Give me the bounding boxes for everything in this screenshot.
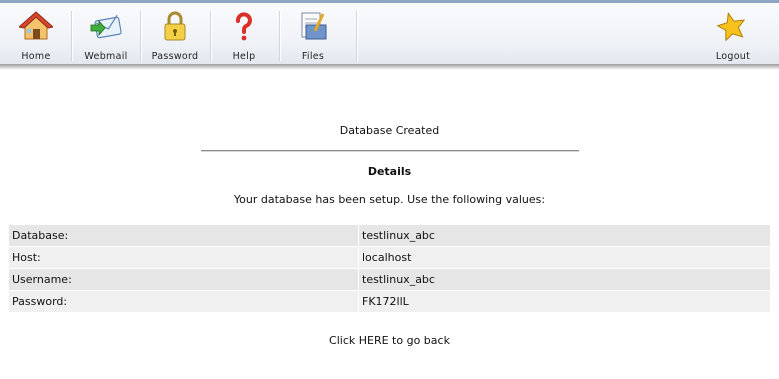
nav-files[interactable]: Files <box>291 6 335 64</box>
nav-separator <box>140 11 142 61</box>
help-icon <box>236 12 252 41</box>
nav-separator <box>210 11 212 61</box>
lock-icon <box>164 11 186 41</box>
row-label: Database: <box>9 225 359 246</box>
nav-home-label: Home <box>21 51 51 62</box>
nav-webmail[interactable]: Webmail <box>80 6 132 64</box>
nav-separator <box>356 11 358 61</box>
nav-password-label: Password <box>151 51 199 62</box>
details-heading: Details <box>367 165 412 178</box>
nav-home[interactable]: Home <box>14 6 58 64</box>
nav-webmail-label: Webmail <box>84 51 128 62</box>
intro-text: Your database has been setup. Use the fo… <box>233 193 546 206</box>
nav-files-label: Files <box>301 51 325 62</box>
database-values-table: Database: testlinux_abc Host: localhost … <box>9 224 770 313</box>
top-toolbar: Home Webmail Password Help Files Logout <box>0 0 779 64</box>
home-icon <box>19 11 53 40</box>
row-label: Host: <box>9 247 359 268</box>
row-value: testlinux_abc <box>359 269 770 290</box>
nav-separator <box>279 11 281 61</box>
table-row: Username: testlinux_abc <box>9 269 770 290</box>
row-value: testlinux_abc <box>359 225 770 246</box>
page-title: Database Created <box>339 124 440 137</box>
row-label: Username: <box>9 269 359 290</box>
files-icon <box>301 12 327 40</box>
row-value: localhost <box>359 247 770 268</box>
nav-help-label: Help <box>232 51 256 62</box>
nav-password[interactable]: Password <box>149 6 201 64</box>
nav-separator <box>71 11 73 61</box>
row-label: Password: <box>9 291 359 312</box>
webmail-icon <box>90 14 122 39</box>
nav-help[interactable]: Help <box>222 6 266 64</box>
table-row: Host: localhost <box>9 247 770 268</box>
go-back-link[interactable]: Click HERE to go back <box>0 334 779 347</box>
divider <box>201 150 579 152</box>
toolbar-shadow <box>0 64 779 70</box>
table-row: Database: testlinux_abc <box>9 225 770 246</box>
table-row: Password: FK172llL <box>9 291 770 312</box>
row-value: FK172llL <box>359 291 770 312</box>
star-icon <box>716 11 746 41</box>
nav-logout[interactable]: Logout <box>711 6 755 64</box>
nav-logout-label: Logout <box>715 51 751 62</box>
